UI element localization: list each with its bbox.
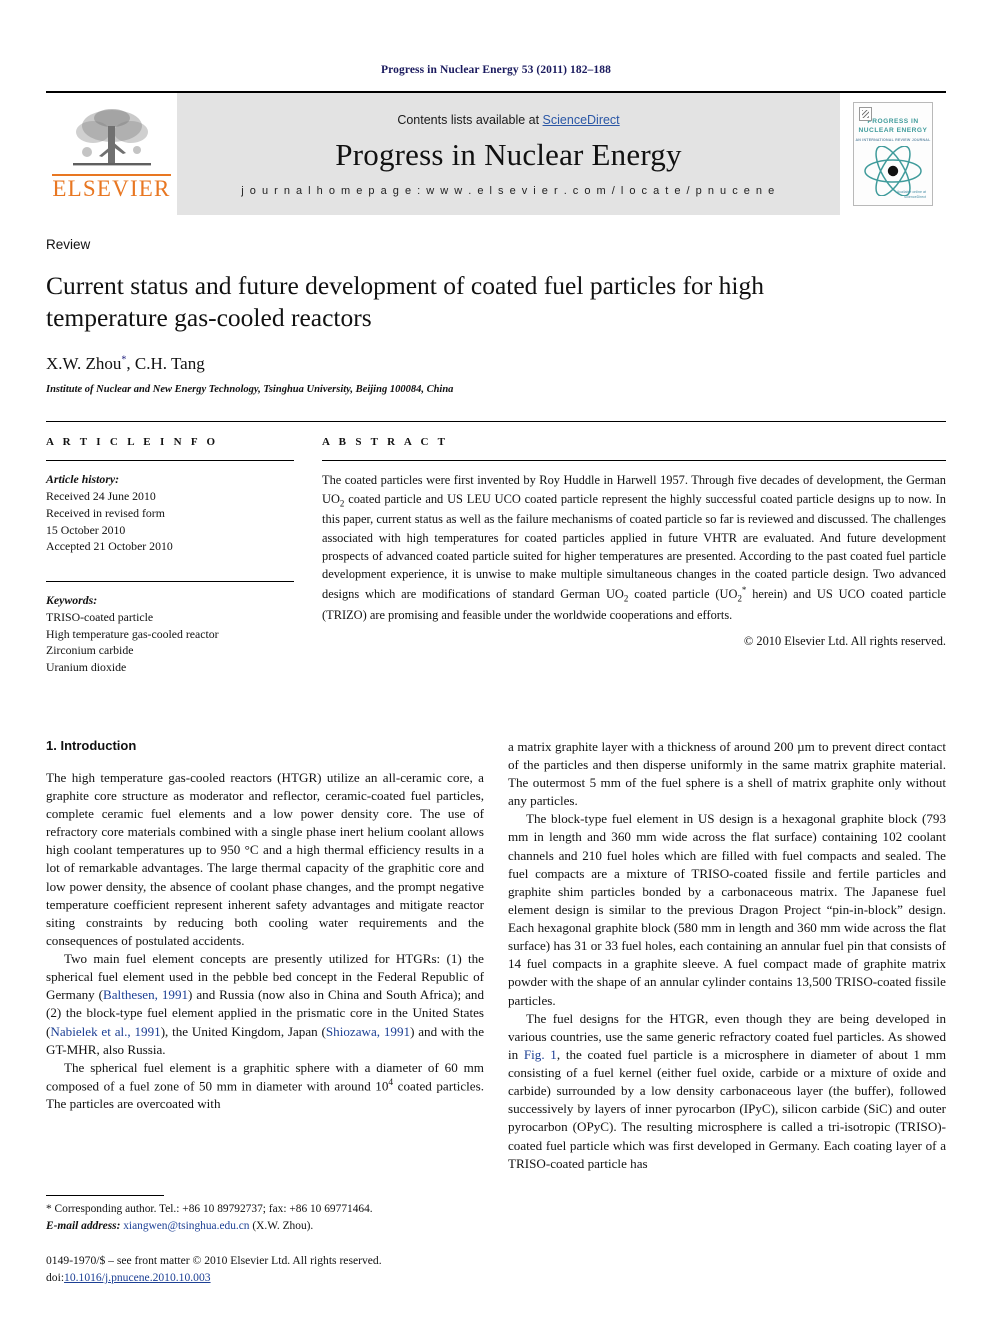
- journal-cover-thumbnail[interactable]: PROGRESS IN NUCLEAR ENERGY AN INTERNATIO…: [840, 93, 946, 215]
- doi-prefix: doi:: [46, 1271, 65, 1285]
- article-history-label: Article history:: [46, 472, 120, 487]
- article-history-item: 15 October 2010: [46, 522, 126, 537]
- journal-title: Progress in Nuclear Energy: [335, 137, 682, 172]
- article-info-column: A R T I C L E I N F O Article history: R…: [46, 422, 294, 676]
- journal-banner: ELSEVIER Contents lists available at Sci…: [46, 91, 946, 215]
- publisher-logo: ELSEVIER: [46, 93, 177, 215]
- running-head: Progress in Nuclear Energy 53 (2011) 182…: [381, 64, 611, 76]
- keyword-item: Zirconium carbide: [46, 643, 134, 658]
- left-column: 1. Introduction The high temperature gas…: [46, 738, 484, 1173]
- text-run: ), the United Kingdom, Japan (: [160, 1023, 326, 1039]
- cover-publisher-icon: [859, 107, 872, 121]
- citation-link-balthesen[interactable]: Balthesen, 1991: [103, 987, 188, 1002]
- author-first: X.W. Zhou: [46, 354, 122, 374]
- article-history-item: Received in revised form: [46, 505, 165, 520]
- journal-homepage[interactable]: j o u r n a l h o m e p a g e : w w w . …: [241, 185, 775, 197]
- email-link[interactable]: xiangwen@tsinghua.edu.cn: [123, 1220, 249, 1232]
- affiliation: Institute of Nuclear and New Energy Tech…: [46, 384, 454, 396]
- email-note: E-mail address: xiangwen@tsinghua.edu.cn…: [46, 1218, 484, 1235]
- figure-link-fig1[interactable]: Fig. 1: [524, 1047, 557, 1062]
- document-type: Review: [46, 237, 91, 252]
- elsevier-wordmark: ELSEVIER: [52, 174, 171, 202]
- title-block: Review Current status and future develop…: [46, 215, 946, 395]
- cover-title-line2: NUCLEAR ENERGY: [858, 126, 928, 134]
- abstract-column: A B S T R A C T The coated particles wer…: [322, 422, 946, 676]
- info-abstract-row: A R T I C L E I N F O Article history: R…: [46, 421, 946, 676]
- citation-link-nabielek[interactable]: Nabielek et al., 1991: [50, 1024, 160, 1039]
- page-title: Current status and future development of…: [46, 271, 765, 333]
- email-suffix: (X.W. Zhou).: [249, 1219, 314, 1232]
- issn-line: 0149-1970/$ – see front matter © 2010 El…: [46, 1254, 382, 1268]
- article-history-item: Accepted 21 October 2010: [46, 539, 173, 554]
- paper-page: Progress in Nuclear Energy 53 (2011) 182…: [0, 0, 992, 1323]
- cover-footer-line2: ScienceDirect: [903, 194, 926, 199]
- author-list: X.W. Zhou*, C.H. Tang: [46, 354, 946, 374]
- keyword-item: TRISO-coated particle: [46, 609, 154, 624]
- paragraph: Two main fuel element concepts are prese…: [46, 950, 484, 1059]
- sciencedirect-link[interactable]: ScienceDirect: [543, 113, 620, 127]
- doi-line: doi:10.1016/j.pnucene.2010.10.003: [46, 1270, 484, 1287]
- issn-copyright-block: 0149-1970/$ – see front matter © 2010 El…: [46, 1253, 484, 1287]
- article-history-item: Received 24 June 2010: [46, 489, 156, 503]
- paragraph: The spherical fuel element is a graphiti…: [46, 1059, 484, 1114]
- paragraph: The high temperature gas-cooled reactors…: [46, 769, 484, 948]
- section-heading-introduction: 1. Introduction: [46, 737, 137, 753]
- paragraph: The block-type fuel element in US design…: [508, 811, 946, 1008]
- contents-prefix: Contents lists available at: [397, 113, 543, 127]
- abstract-part-3: coated particle (UO: [628, 586, 738, 601]
- cover-footer: Available online at ScienceDirect: [897, 190, 926, 200]
- cover-art: PROGRESS IN NUCLEAR ENERGY AN INTERNATIO…: [853, 102, 933, 206]
- atom-icon: [864, 145, 922, 196]
- article-info-divider: [46, 460, 294, 462]
- banner-center: Contents lists available at ScienceDirec…: [177, 93, 840, 215]
- author-rest: , C.H. Tang: [126, 354, 205, 374]
- contents-available-line: Contents lists available at ScienceDirec…: [397, 113, 619, 127]
- abstract-heading: A B S T R A C T: [322, 436, 449, 449]
- footnotes: * Corresponding author. Tel.: +86 10 897…: [46, 1195, 484, 1287]
- article-info-heading: A R T I C L E I N F O: [46, 436, 219, 449]
- copyright-line: © 2010 Elsevier Ltd. All rights reserved…: [743, 633, 946, 648]
- doi-link[interactable]: 10.1016/j.pnucene.2010.10.003: [64, 1271, 211, 1284]
- abstract-part-2: coated particle and US LEU UCO coated pa…: [322, 491, 946, 601]
- keyword-item: High temperature gas-cooled reactor: [46, 626, 219, 641]
- abstract-text: The coated particles were first invented…: [322, 471, 946, 624]
- right-column: a matrix graphite layer with a thickness…: [508, 738, 946, 1173]
- footnote-divider: [46, 1195, 164, 1197]
- cover-title: PROGRESS IN NUCLEAR ENERGY AN INTERNATIO…: [856, 118, 931, 143]
- elsevier-tree-icon: [72, 109, 151, 166]
- text-run: , the coated fuel particle is a microsph…: [508, 1046, 946, 1171]
- cover-subtitle: AN INTERNATIONAL REVIEW JOURNAL: [855, 137, 931, 142]
- email-label: E-mail address:: [46, 1219, 121, 1232]
- corresponding-author-note: * Corresponding author. Tel.: +86 10 897…: [46, 1203, 373, 1216]
- article-history: Article history: Received 24 June 2010 R…: [46, 471, 294, 555]
- keywords-label: Keywords:: [46, 593, 98, 607]
- paragraph: The fuel designs for the HTGR, even thou…: [508, 1010, 946, 1173]
- keyword-item: Uranium dioxide: [46, 660, 127, 674]
- citation-link-shiozawa[interactable]: Shiozawa, 1991: [326, 1024, 410, 1039]
- keywords-block: Keywords: TRISO-coated particle High tem…: [46, 581, 294, 676]
- paragraph: a matrix graphite layer with a thickness…: [508, 738, 946, 809]
- abstract-divider: [322, 460, 946, 462]
- body-columns: 1. Introduction The high temperature gas…: [46, 738, 946, 1173]
